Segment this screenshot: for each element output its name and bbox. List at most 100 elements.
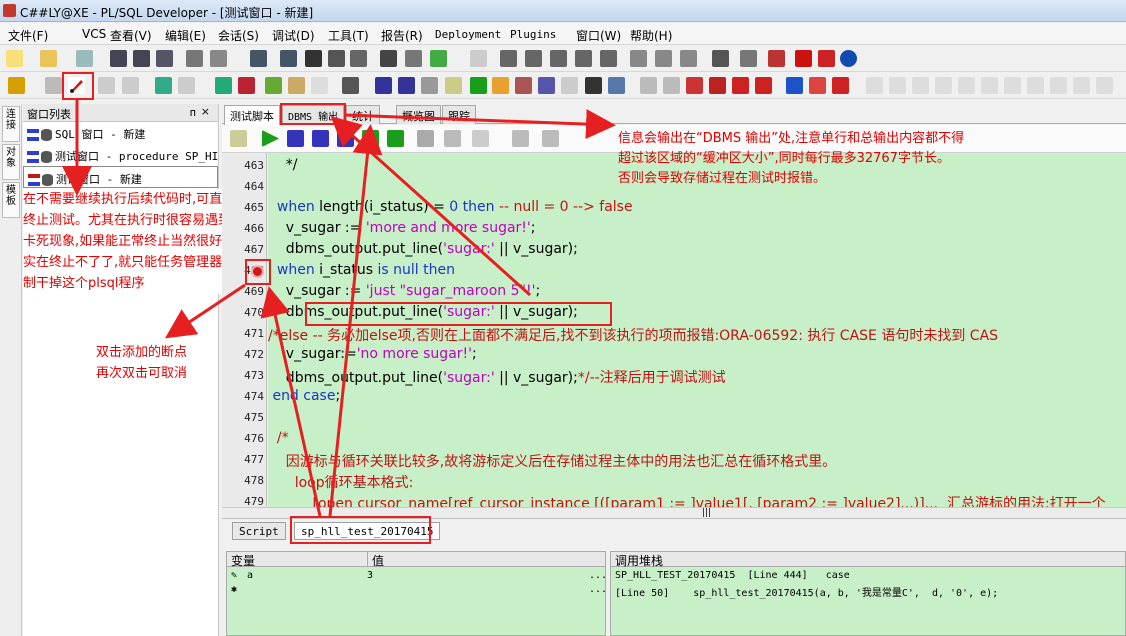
menu-debug[interactable]: 调试(D) bbox=[272, 27, 315, 44]
copy-result-icon[interactable] bbox=[472, 130, 489, 147]
line-number[interactable]: 465 bbox=[222, 201, 264, 214]
open-icon[interactable] bbox=[40, 50, 57, 67]
print-preview-icon[interactable] bbox=[210, 50, 227, 67]
code-editor[interactable]: */ when length(i_status) = 0 then -- nul… bbox=[268, 153, 1126, 507]
unindent-icon[interactable] bbox=[525, 50, 542, 67]
menu-reports[interactable]: 报告(R) bbox=[381, 27, 423, 44]
tab-objects[interactable]: 对象 bbox=[2, 144, 20, 180]
tab-connections[interactable]: 连接 bbox=[2, 106, 20, 142]
variable-value[interactable]: 3 bbox=[367, 570, 373, 581]
menu-help[interactable]: 帮助(H) bbox=[630, 27, 672, 44]
menu-tools[interactable]: 工具(T) bbox=[328, 27, 369, 44]
list-item[interactable]: 测试窗口 - 新建 bbox=[23, 166, 218, 188]
folder-icon[interactable] bbox=[492, 77, 509, 94]
print-icon[interactable] bbox=[186, 50, 203, 67]
menu-file[interactable]: 文件(F) bbox=[8, 27, 48, 44]
line-number[interactable]: 477 bbox=[222, 453, 264, 466]
comment-icon[interactable] bbox=[550, 50, 567, 67]
bookmark-icon[interactable] bbox=[640, 77, 657, 94]
arrow-right-icon[interactable] bbox=[786, 77, 803, 94]
search-icon[interactable] bbox=[542, 130, 559, 147]
nav-4-icon[interactable] bbox=[935, 77, 952, 94]
query-builder-icon[interactable] bbox=[630, 50, 647, 67]
menu-vcs[interactable]: VCS bbox=[82, 27, 106, 41]
connect-key-icon[interactable] bbox=[8, 77, 25, 94]
arrow-right-red-icon[interactable] bbox=[809, 77, 826, 94]
save-icon[interactable] bbox=[110, 50, 127, 67]
sql-icon[interactable] bbox=[178, 77, 195, 94]
undo-icon[interactable] bbox=[250, 50, 267, 67]
watch-icon[interactable] bbox=[417, 130, 434, 147]
pin-icon[interactable]: ᴨ bbox=[190, 106, 196, 119]
nav-5-icon[interactable] bbox=[958, 77, 975, 94]
nav-2-icon[interactable] bbox=[889, 77, 906, 94]
list-item[interactable]: 测试窗口 - procedure SP_HI bbox=[23, 144, 218, 166]
redo-icon[interactable] bbox=[280, 50, 297, 67]
execute-gear-icon[interactable] bbox=[45, 77, 62, 94]
start-debug-icon[interactable] bbox=[262, 130, 279, 147]
menu-session[interactable]: 会话(S) bbox=[218, 27, 259, 44]
line-number[interactable]: 471 bbox=[222, 327, 264, 340]
report-icon[interactable] bbox=[288, 77, 305, 94]
macro-record-icon[interactable] bbox=[709, 77, 726, 94]
macro-icon[interactable] bbox=[686, 77, 703, 94]
plug-icon[interactable] bbox=[421, 77, 438, 94]
find-icon[interactable] bbox=[380, 50, 397, 67]
tab-trace[interactable]: 跟踪 bbox=[442, 105, 476, 124]
nav-9-icon[interactable] bbox=[1050, 77, 1067, 94]
paste-icon[interactable] bbox=[350, 50, 367, 67]
pdf-icon[interactable] bbox=[768, 50, 785, 67]
monitor-icon[interactable] bbox=[608, 77, 625, 94]
oracle-icon[interactable] bbox=[795, 50, 812, 67]
indent-icon[interactable] bbox=[500, 50, 517, 67]
help-book-icon[interactable] bbox=[818, 50, 835, 67]
check-icon[interactable] bbox=[265, 77, 282, 94]
menu-deployment[interactable]: Deployment bbox=[435, 28, 501, 41]
close-icon[interactable]: × bbox=[201, 105, 210, 118]
line-number[interactable]: 467 bbox=[222, 243, 264, 256]
wrench-icon[interactable] bbox=[342, 77, 359, 94]
window-list-icon[interactable] bbox=[740, 50, 757, 67]
clipboard-icon[interactable] bbox=[445, 77, 462, 94]
line-gutter[interactable]: 4634644654664674684694704714724734744754… bbox=[222, 153, 267, 508]
nav-3-icon[interactable] bbox=[912, 77, 929, 94]
eraser-icon[interactable] bbox=[663, 77, 680, 94]
line-number[interactable]: 473 bbox=[222, 369, 264, 382]
sort-icon[interactable] bbox=[398, 77, 415, 94]
value-ellipsis-button[interactable]: ... bbox=[589, 584, 607, 595]
save-all-icon[interactable] bbox=[156, 50, 173, 67]
nav-8-icon[interactable] bbox=[1027, 77, 1044, 94]
truck-icon[interactable] bbox=[832, 77, 849, 94]
print-setup-icon[interactable] bbox=[76, 50, 93, 67]
nav-11-icon[interactable] bbox=[1096, 77, 1113, 94]
goto-icon[interactable] bbox=[430, 50, 447, 67]
tab-profiler[interactable]: 概览图 bbox=[396, 105, 441, 124]
nav-1-icon[interactable] bbox=[866, 77, 883, 94]
line-number[interactable]: 472 bbox=[222, 348, 264, 361]
copy-icon[interactable] bbox=[328, 50, 345, 67]
stack-row[interactable]: SP_HLL_TEST_20170415 [Line 444] case bbox=[615, 570, 850, 581]
run-to-exception-icon[interactable] bbox=[387, 130, 404, 147]
brush-icon[interactable] bbox=[755, 77, 772, 94]
line-number[interactable]: 464 bbox=[222, 180, 264, 193]
import-data-icon[interactable] bbox=[538, 77, 555, 94]
line-number[interactable]: 475 bbox=[222, 411, 264, 424]
format-icon[interactable] bbox=[600, 50, 617, 67]
step-into-icon[interactable] bbox=[287, 130, 304, 147]
run-icon[interactable] bbox=[470, 77, 487, 94]
session-icon[interactable] bbox=[155, 77, 172, 94]
list-icon[interactable] bbox=[375, 77, 392, 94]
nav-6-icon[interactable] bbox=[981, 77, 998, 94]
recompile-icon[interactable] bbox=[238, 77, 255, 94]
export-icon[interactable] bbox=[470, 50, 487, 67]
nav-10-icon[interactable] bbox=[1073, 77, 1090, 94]
nav-7-icon[interactable] bbox=[1004, 77, 1021, 94]
document-icon[interactable] bbox=[311, 77, 328, 94]
compile-icon[interactable] bbox=[215, 77, 232, 94]
value-ellipsis-button[interactable]: ... bbox=[589, 570, 607, 581]
tab-test-script[interactable]: 测试脚本 bbox=[224, 105, 280, 125]
explain-icon[interactable] bbox=[655, 50, 672, 67]
commit-icon[interactable] bbox=[98, 77, 115, 94]
window-cascade-icon[interactable] bbox=[712, 50, 729, 67]
line-number[interactable]: 466 bbox=[222, 222, 264, 235]
